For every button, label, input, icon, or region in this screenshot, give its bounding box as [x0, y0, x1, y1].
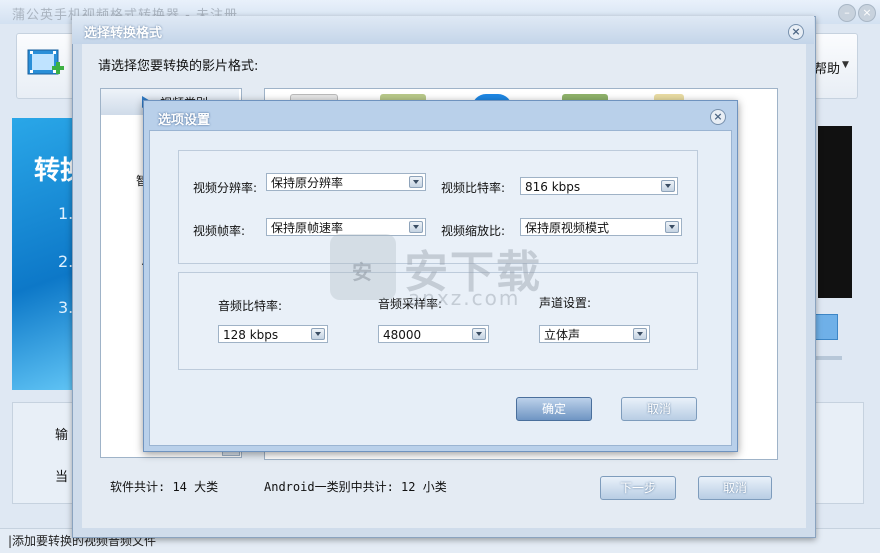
audio-bitrate-label: 音频比特率: [218, 299, 283, 313]
audio-channel-label: 声道设置: [539, 296, 592, 310]
chevron-down-icon [409, 176, 423, 188]
select-value: 立体声 [544, 328, 581, 342]
video-framerate-label: 视频帧率: [193, 224, 246, 238]
banner-step: 1. [58, 204, 74, 223]
audio-channel-select[interactable]: 立体声 [539, 325, 650, 343]
close-icon[interactable]: × [858, 4, 876, 22]
progress-slider[interactable] [812, 356, 842, 360]
category-count-text: Android一类别中共计: 12 小类 [264, 480, 447, 494]
video-resolution-select[interactable]: 保持原分辨率 [266, 173, 426, 191]
audio-samplerate-select[interactable]: 48000 [378, 325, 489, 343]
video-resolution-label: 视频分辨率: [193, 181, 258, 195]
options-dialog-title: 选项设置 [158, 113, 211, 128]
video-preview [818, 126, 852, 298]
add-video-button[interactable] [26, 44, 66, 84]
select-value: 保持原视频模式 [525, 221, 610, 235]
chevron-down-icon [409, 221, 423, 233]
video-bitrate-select[interactable]: 816 kbps [520, 177, 678, 195]
format-dialog-titlebar [72, 16, 814, 44]
chevron-down-icon [311, 328, 325, 340]
select-value: 保持原分辨率 [271, 176, 344, 190]
watermark-shield-char: 安 [352, 260, 372, 284]
format-prompt: 请选择您要转换的影片格式: [98, 59, 259, 74]
cancel-button[interactable]: 取消 [621, 397, 697, 421]
banner-step: 2. [58, 252, 74, 271]
next-button[interactable]: 下一步 [600, 476, 676, 500]
chevron-down-icon [665, 221, 679, 233]
select-value: 48000 [383, 328, 422, 342]
banner-step: 3. [58, 298, 74, 317]
film-add-icon [27, 49, 64, 75]
close-icon[interactable]: × [710, 109, 726, 125]
chevron-down-icon [472, 328, 486, 340]
chevron-down-icon: ▼ [842, 60, 849, 70]
chevron-down-icon [661, 180, 675, 192]
select-value: 816 kbps [525, 180, 581, 194]
select-value: 128 kbps [223, 328, 279, 342]
close-icon[interactable]: × [788, 24, 804, 40]
select-value: 保持原帧速率 [271, 221, 344, 235]
audio-bitrate-select[interactable]: 128 kbps [218, 325, 328, 343]
chevron-down-icon [633, 328, 647, 340]
watermark-subtext: anxz.com [408, 286, 521, 310]
minimize-icon[interactable]: – [838, 4, 856, 22]
video-bitrate-label: 视频比特率: [441, 181, 506, 195]
help-label: 帮助 [814, 62, 841, 77]
format-dialog-title: 选择转换格式 [84, 26, 163, 41]
output-label: 输 [55, 428, 69, 443]
output-settings-panel [12, 402, 80, 504]
ok-button[interactable]: 确定 [516, 397, 592, 421]
cancel-button[interactable]: 取消 [698, 476, 772, 500]
video-scale-select[interactable]: 保持原视频模式 [520, 218, 682, 236]
software-count-text: 软件共计: 14 大类 [110, 480, 219, 494]
current-label: 当 [55, 470, 69, 485]
